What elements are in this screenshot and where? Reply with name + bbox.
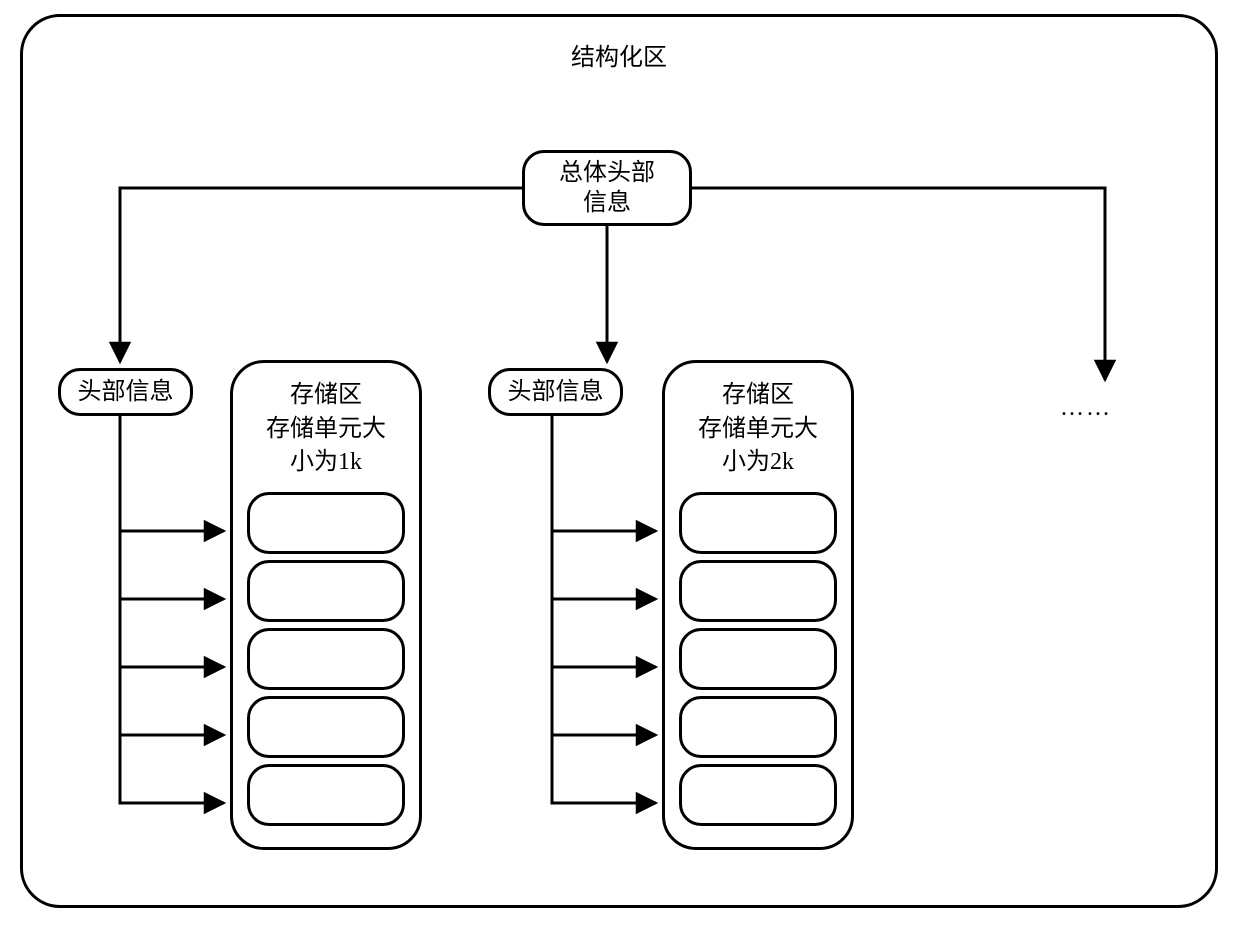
ellipsis: …… <box>1060 395 1112 422</box>
storage-unit <box>247 492 405 554</box>
storage-unit <box>247 628 405 690</box>
storage-unit <box>247 764 405 826</box>
group2-storage-label: 存储区存储单元大小为2k <box>679 379 837 480</box>
storage-unit <box>679 560 837 622</box>
master-header-label: 总体头部信息 <box>559 158 655 218</box>
group2-header-label: 头部信息 <box>508 377 604 407</box>
storage-unit <box>247 696 405 758</box>
group1-header-label: 头部信息 <box>78 377 174 407</box>
storage-unit <box>679 764 837 826</box>
group1-header-node: 头部信息 <box>58 368 193 416</box>
master-header-node: 总体头部信息 <box>522 150 692 226</box>
storage-unit <box>247 560 405 622</box>
group1-storage-column: 存储区存储单元大小为1k <box>230 360 422 850</box>
group2-header-node: 头部信息 <box>488 368 623 416</box>
storage-unit <box>679 492 837 554</box>
storage-unit <box>679 696 837 758</box>
group2-storage-column: 存储区存储单元大小为2k <box>662 360 854 850</box>
storage-unit <box>679 628 837 690</box>
group1-storage-label: 存储区存储单元大小为1k <box>247 379 405 480</box>
diagram-title: 结构化区 <box>23 37 1215 72</box>
outer-container: 结构化区 <box>20 14 1218 908</box>
